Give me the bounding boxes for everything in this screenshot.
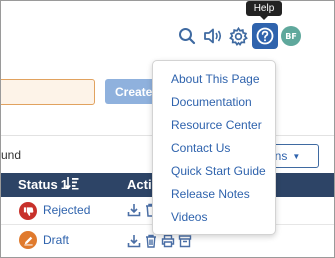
- help-menu: About This Page Documentation Resource C…: [152, 60, 276, 235]
- app-frame: BF Help Create und ons ▼ Status1 Actio R…: [0, 0, 335, 258]
- menu-item-resource-center[interactable]: Resource Center: [153, 116, 275, 139]
- status-link[interactable]: Rejected: [43, 203, 90, 217]
- menu-item-release-notes[interactable]: Release Notes: [153, 185, 275, 208]
- speaker-icon[interactable]: [202, 25, 224, 47]
- gear-icon[interactable]: [227, 25, 249, 47]
- menu-item-about-this-page[interactable]: About This Page: [153, 70, 275, 93]
- help-button[interactable]: [252, 23, 278, 49]
- edit-icon: [19, 231, 37, 249]
- search-icon[interactable]: [176, 25, 198, 47]
- user-avatar[interactable]: BF: [281, 26, 301, 46]
- results-count-text: und: [1, 148, 22, 162]
- menu-item-documentation[interactable]: Documentation: [153, 93, 275, 116]
- archive-icon[interactable]: [178, 234, 192, 248]
- sort-descending-icon[interactable]: [65, 176, 79, 195]
- print-icon[interactable]: [161, 234, 175, 248]
- menu-item-videos[interactable]: Videos: [153, 208, 275, 231]
- menu-item-quick-start-guide[interactable]: Quick Start Guide: [153, 162, 275, 185]
- column-header-status[interactable]: Status 1: [18, 177, 68, 192]
- trash-icon[interactable]: [144, 234, 158, 248]
- download-icon[interactable]: [127, 234, 141, 248]
- status-link[interactable]: Draft: [43, 233, 69, 247]
- caret-down-icon: ▼: [292, 151, 301, 161]
- help-tooltip: Help: [246, 1, 282, 20]
- search-input[interactable]: [1, 79, 95, 105]
- column-header-actions: Actio: [127, 177, 151, 192]
- thumbs-down-icon: [19, 202, 37, 220]
- download-icon[interactable]: [127, 203, 141, 217]
- row-actions: [127, 234, 192, 248]
- menu-item-contact-us[interactable]: Contact Us: [153, 139, 275, 162]
- status-header-label: Status: [18, 177, 58, 192]
- help-icon: [256, 27, 274, 45]
